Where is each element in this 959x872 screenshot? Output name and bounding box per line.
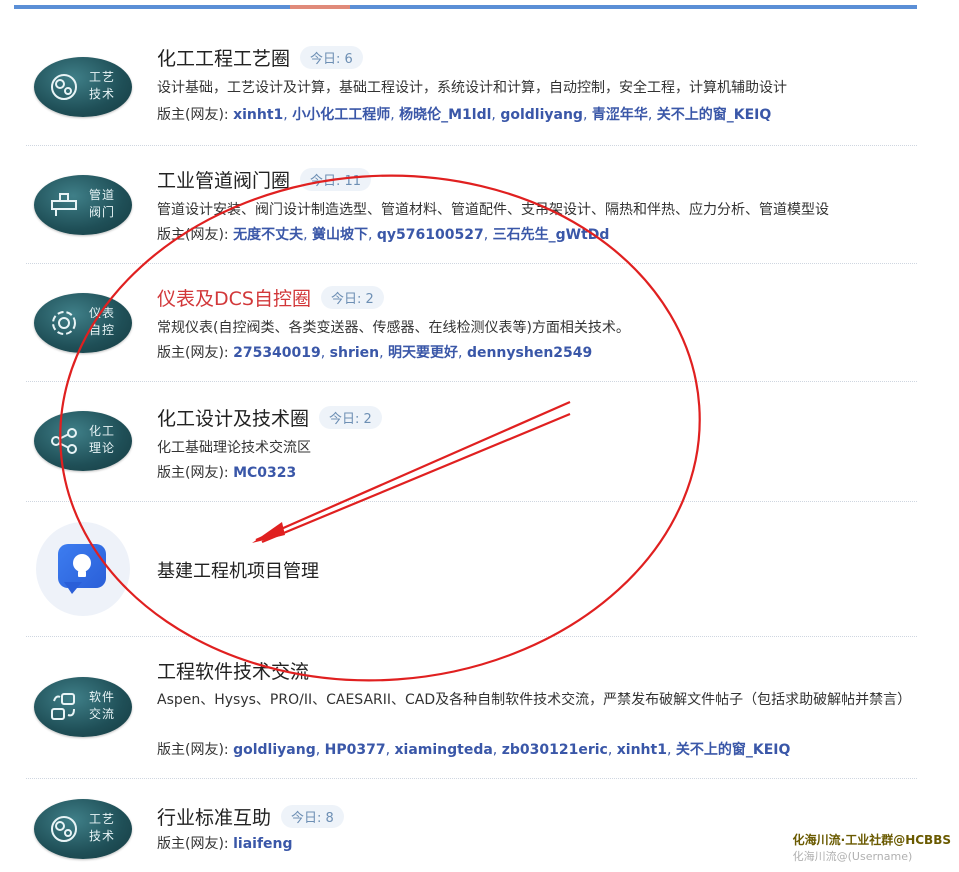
moderator-link[interactable]: 关不上的窗_KEIQ (676, 742, 791, 758)
forum-description: 常规仪表(自控阀类、各类变送器、传感器、在线检测仪表等)方面相关技术。 (157, 320, 630, 336)
top-nav-active-indicator (290, 5, 350, 9)
forum-badge[interactable]: 管道 阀门 (34, 175, 132, 235)
moderator-link[interactable]: goldliyang (233, 742, 316, 758)
today-count-badge: 今日: 6 (300, 46, 363, 69)
forum-item-software[interactable]: 软件 交流 工程软件技术交流 Aspen、Hysys、PRO/II、CAESARI… (26, 637, 917, 779)
forum-description: 管道设计安装、阀门设计制造选型、管道材料、管道配件、支吊架设计、隔热和伴热、应力… (157, 202, 829, 218)
gear-cycle-icon (52, 311, 76, 335)
moderator-link[interactable]: 关不上的窗_KEIQ (657, 107, 772, 123)
forum-description: Aspen、Hysys、PRO/II、CAESARII、CAD及各种自制软件技术… (157, 692, 912, 708)
moderator-link[interactable]: qy576100527 (377, 227, 484, 243)
moderators-label: 版主(网友): (157, 465, 229, 481)
moderator-link[interactable]: 杨晓伦_M1ldl (399, 107, 491, 123)
forum-badge[interactable] (36, 522, 130, 616)
chat-bubble-tail (64, 582, 82, 594)
moderator-link[interactable]: 小小化工工程师 (292, 107, 390, 123)
forum-badge[interactable]: 软件 交流 (34, 677, 132, 737)
moderators-label: 版主(网友): (157, 227, 229, 243)
moderators-label: 版主(网友): (157, 836, 229, 852)
moderator-link[interactable]: xinht1 (617, 742, 667, 758)
badge-text: 化工 理论 (88, 424, 115, 455)
today-count-badge: 今日: 11 (300, 168, 372, 191)
moderators-line: 版主(网友): xinht1, 小小化工工程师, 杨晓伦_M1ldl, gold… (157, 107, 772, 123)
forum-badge[interactable]: 工艺 技术 (34, 57, 132, 117)
moderators-label: 版主(网友): (157, 107, 229, 123)
gears-icon (51, 74, 77, 100)
moderators-label: 版主(网友): (157, 345, 229, 361)
forum-description: 化工基础理论技术交流区 (157, 440, 311, 456)
forum-item-design-tech[interactable]: 化工 理论 化工设计及技术圈 今日: 2 化工基础理论技术交流区 版主(网友): … (26, 382, 917, 502)
moderator-link[interactable]: zb030121eric (502, 742, 608, 758)
forum-item-standards[interactable]: 工艺 技术 行业标准互助 今日: 8 版主(网友): liaifeng (26, 779, 917, 872)
forum-item-process[interactable]: 工艺 技术 化工工程工艺圈 今日: 6 设计基础，工艺设计及计算，基础工程设计，系… (26, 28, 917, 146)
moderator-link[interactable]: HP0377 (325, 742, 386, 758)
moderator-link[interactable]: xiamingteda (394, 742, 492, 758)
moderator-link[interactable]: shrien (330, 345, 379, 361)
moderator-link[interactable]: 三石先生_gWtDd (493, 227, 610, 243)
forum-item-construction-pm[interactable]: 基建工程机项目管理 (26, 502, 917, 637)
badge-text: 工艺 技术 (88, 70, 115, 101)
moderator-link[interactable]: 黉山坡下 (312, 227, 368, 243)
moderator-link[interactable]: xinht1 (233, 107, 283, 123)
today-count-badge: 今日: 2 (319, 406, 382, 429)
forum-title[interactable]: 化工设计及技术圈 (157, 404, 309, 431)
moderator-link[interactable]: 明天要更好 (388, 345, 458, 361)
watermark-line1: 化海川流·工业社群@HCBBS (792, 833, 951, 847)
forum-title[interactable]: 工业管道阀门圈 (157, 166, 290, 193)
software-blocks-icon (51, 693, 75, 720)
moderators-line: 版主(网友): 无度不丈夫, 黉山坡下, qy576100527, 三石先生_g… (157, 227, 610, 243)
moderators-line: 版主(网友): goldliyang, HP0377, xiamingteda,… (157, 742, 791, 758)
watermark: 化海川流·工业社群@HCBBS 化海川流@(Username) (793, 831, 951, 864)
watermark-line2: 化海川流@(Username) (792, 850, 913, 863)
forum-item-instrumentation[interactable]: 仪表 自控 仪表及DCS自控圈 今日: 2 常规仪表(自控阀类、各类变送器、传感器… (26, 264, 917, 382)
top-nav-bar (14, 5, 917, 9)
forum-badge[interactable]: 工艺 技术 (34, 799, 132, 859)
moderator-link[interactable]: dennyshen2549 (467, 345, 592, 361)
forum-item-piping[interactable]: 管道 阀门 工业管道阀门圈 今日: 11 管道设计安装、阀门设计制造选型、管道材料… (26, 146, 917, 264)
badge-text: 管道 阀门 (88, 188, 115, 219)
forum-title[interactable]: 工程软件技术交流 (157, 657, 309, 684)
badge-text: 软件 交流 (88, 690, 115, 721)
moderator-link[interactable]: 无度不丈夫 (233, 227, 303, 243)
molecule-icon (51, 428, 77, 454)
forum-badge[interactable]: 仪表 自控 (34, 293, 132, 353)
today-count-badge: 今日: 2 (320, 286, 384, 309)
forum-description: 设计基础，工艺设计及计算，基础工程设计，系统设计和计算，自动控制，安全工程，计算… (157, 80, 787, 96)
moderators-line: 版主(网友): 275340019, shrien, 明天要更好, dennys… (157, 345, 593, 361)
badge-text: 工艺 技术 (88, 812, 115, 843)
moderator-link[interactable]: 275340019 (233, 345, 321, 361)
gears-icon (51, 816, 77, 842)
moderator-link[interactable]: MC0323 (233, 465, 296, 481)
moderators-line: 版主(网友): MC0323 (157, 462, 917, 482)
moderator-link[interactable]: 青涩年华 (592, 107, 648, 123)
badge-text: 仪表 自控 (88, 306, 115, 337)
forum-title[interactable]: 基建工程机项目管理 (157, 557, 319, 583)
moderator-link[interactable]: goldliyang (500, 107, 583, 123)
forum-title[interactable]: 化工工程工艺圈 (157, 44, 290, 71)
today-count-badge: 今日: 8 (281, 805, 344, 828)
forum-title[interactable]: 仪表及DCS自控圈 (157, 284, 311, 311)
forum-title[interactable]: 行业标准互助 (157, 803, 271, 830)
moderators-label: 版主(网友): (157, 742, 229, 758)
moderator-link[interactable]: liaifeng (233, 836, 292, 852)
pipe-valve-icon (51, 193, 77, 216)
forum-badge[interactable]: 化工 理论 (34, 411, 132, 471)
